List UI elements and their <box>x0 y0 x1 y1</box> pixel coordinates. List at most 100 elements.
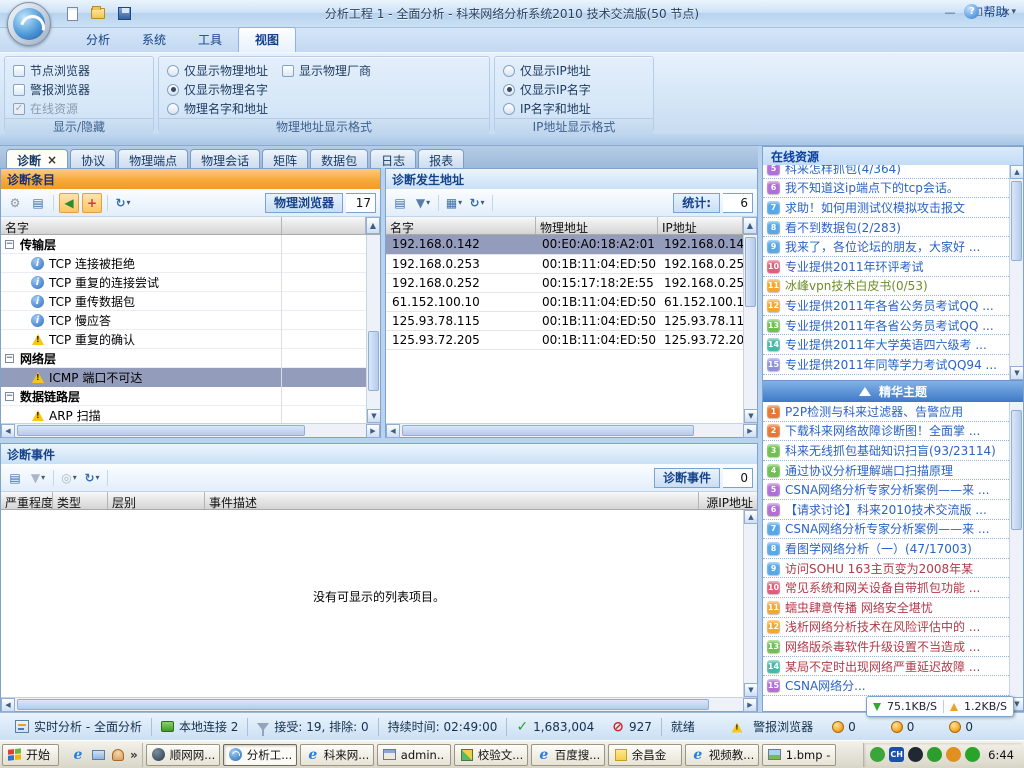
address-row[interactable]: 192.168.0.25300:1B:11:04:ED:50192.168.0.… <box>386 254 757 273</box>
address-horizontal-scrollbar[interactable]: ◀ ▶ <box>386 423 757 437</box>
minimize-button[interactable]: — <box>938 4 962 21</box>
collapse-icon[interactable]: − <box>5 354 14 363</box>
tree-row[interactable]: ICMP 端口不可达 <box>1 368 380 387</box>
checkbox-show-physical-vendor[interactable]: 显示物理厂商 <box>282 61 371 80</box>
diagnosis-events-button[interactable]: 诊断事件 <box>654 468 720 488</box>
scroll-up-icon[interactable]: ▲ <box>743 217 757 234</box>
qq-icon[interactable] <box>908 747 923 762</box>
scroll-left-icon[interactable]: ◀ <box>1 698 15 712</box>
export-report-button[interactable]: ▤ <box>390 193 410 213</box>
scroll-up-icon[interactable]: ▲ <box>366 217 380 234</box>
scroll-down-icon[interactable]: ▼ <box>744 683 758 697</box>
tree-row[interactable]: −数据链路层 <box>1 387 380 406</box>
refresh-button[interactable]: ↻▾ <box>113 193 133 213</box>
refresh-button[interactable]: ↻▾ <box>82 468 102 488</box>
doc-tab-1[interactable]: 诊断× <box>6 149 68 168</box>
ribbon-tab-系统[interactable]: 系统 <box>126 28 182 52</box>
doc-tab-7[interactable]: 日志 <box>370 149 416 168</box>
ribbon-tab-视图[interactable]: 视图 <box>238 27 296 52</box>
ribbon-tab-工具[interactable]: 工具 <box>182 28 238 52</box>
column-blank[interactable] <box>282 217 366 234</box>
export-report-button[interactable]: ▤ <box>5 468 25 488</box>
scroll-left-icon[interactable]: ◀ <box>1 424 15 438</box>
chevron-icon[interactable]: » <box>130 748 138 762</box>
collapse-icon[interactable]: − <box>5 392 14 401</box>
resource-link[interactable]: 10常见系统和网关设备自带抓包功能 ... <box>763 578 1023 598</box>
alarm-browser-status[interactable]: 警报浏览器 0 0 0 <box>721 718 998 736</box>
doc-tab-6[interactable]: 数据包 <box>310 149 368 168</box>
address-row[interactable]: 192.168.0.14200:E0:A0:18:A2:01192.168.0.… <box>386 235 757 254</box>
resource-link[interactable]: 14专业提供2011年大学英语四六级考 ... <box>763 335 1023 355</box>
tree-row[interactable]: TCP 连接被拒绝 <box>1 254 380 273</box>
address-row[interactable]: 125.93.78.11500:1B:11:04:ED:50125.93.78.… <box>386 311 757 330</box>
tree-row[interactable]: TCP 慢应答 <box>1 311 380 330</box>
messenger-icon[interactable] <box>870 747 885 762</box>
task-button[interactable]: admin... <box>377 744 451 766</box>
column-mac[interactable]: 物理地址 <box>536 217 658 234</box>
resource-link[interactable]: 9访问SOHU 163主页变为2008年某 <box>763 559 1023 579</box>
tree-horizontal-scrollbar[interactable]: ◀ ▶ <box>1 423 380 437</box>
ime-chinese-icon[interactable]: CH <box>889 747 904 762</box>
scroll-down-icon[interactable]: ▼ <box>744 409 757 423</box>
checkbox-alarm-browser[interactable]: 警报浏览器 <box>13 80 145 99</box>
resource-link[interactable]: 8看不到数据包(2/283) <box>763 218 1023 238</box>
resource-link[interactable]: 15CSNA网络分... <box>763 676 1023 696</box>
column-name[interactable]: 名字 <box>1 217 282 234</box>
resource-link[interactable]: 1P2P检测与科来过滤器、告警应用 <box>763 402 1023 422</box>
tree-row[interactable]: TCP 重复的连接尝试 <box>1 273 380 292</box>
radio-ip-address-only[interactable]: 仅显示IP地址 <box>503 61 645 80</box>
scroll-up-icon[interactable]: ▲ <box>744 510 758 524</box>
resources-scrollbar[interactable]: ▲ ▼ <box>1009 165 1023 380</box>
resource-link[interactable]: 4通过协议分析理解端口扫描原理 <box>763 461 1023 481</box>
task-button[interactable]: 顺网网... <box>146 744 220 766</box>
radio-ip-name-and-address[interactable]: IP名字和地址 <box>503 99 645 118</box>
column-severity[interactable]: 严重程度 <box>1 492 53 509</box>
doc-tab-2[interactable]: 协议 <box>70 149 116 168</box>
resource-link[interactable]: 12浅析网络分析技术在风险评估中的 ... <box>763 618 1023 638</box>
column-type[interactable]: 类型 <box>53 492 108 509</box>
refresh-button[interactable]: ↻▾ <box>467 193 487 213</box>
column-source-ip[interactable]: 源IP地址 <box>699 492 757 509</box>
resource-link[interactable]: 3科来无线抓包基础知识扫盲(93/23114) <box>763 441 1023 461</box>
scroll-down-icon[interactable]: ▼ <box>1010 366 1023 380</box>
tree-vertical-scrollbar[interactable]: ▼ <box>366 235 380 423</box>
resource-link[interactable]: 5科来怎样抓包(4/364) <box>763 165 1023 179</box>
internet-explorer-button[interactable]: e <box>70 747 86 763</box>
help-menu[interactable]: ? 帮助 ▾ <box>964 3 1016 20</box>
address-row[interactable]: 61.152.100.1000:1B:11:04:ED:5061.152.100… <box>386 292 757 311</box>
hot-topics-header[interactable]: 精华主题 <box>763 380 1023 402</box>
resource-link[interactable]: 13专业提供2011年各省公务员考试QQ ... <box>763 316 1023 336</box>
radio-physical-address-only[interactable]: 仅显示物理地址 <box>167 61 268 80</box>
tree-row[interactable]: TCP 重传数据包 <box>1 292 380 311</box>
resource-link[interactable]: 13网络版杀毒软件升级设置不当造成 ... <box>763 637 1023 657</box>
resource-link[interactable]: 6我不知道这ip端点下的tcp会话。 <box>763 179 1023 199</box>
filter-button[interactable]: ▼▾ <box>413 193 433 213</box>
resource-link[interactable]: 15专业提供2011年同等学力考试QQ94 ... <box>763 355 1023 375</box>
resource-link[interactable]: 10专业提供2011年环评考试 <box>763 257 1023 277</box>
checkbox-node-browser[interactable]: 节点浏览器 <box>13 61 145 80</box>
ribbon-tab-分析[interactable]: 分析 <box>70 28 126 52</box>
collapse-icon[interactable]: − <box>5 240 14 249</box>
diagnosis-settings-button[interactable]: ⚙ <box>5 193 25 213</box>
resource-link[interactable]: 9我来了，各位论坛的朋友，大家好 ... <box>763 237 1023 257</box>
tree-row[interactable]: −网络层 <box>1 349 380 368</box>
resource-link[interactable]: 5CSNA网络分析专家分析案例——来 ... <box>763 480 1023 500</box>
doc-tab-5[interactable]: 矩阵 <box>262 149 308 168</box>
security-shield-green-icon[interactable] <box>927 747 942 762</box>
task-button[interactable]: 1.bmp -... <box>762 744 836 766</box>
doc-tab-8[interactable]: 报表 <box>418 149 464 168</box>
colasoft-logo-icon[interactable] <box>7 2 51 46</box>
statistics-button[interactable]: 统计: <box>673 193 720 213</box>
doc-tab-4[interactable]: 物理会话 <box>190 149 260 168</box>
task-button[interactable]: 校验文... <box>454 744 528 766</box>
resource-link[interactable]: 7求助！如何用测试仪模拟攻击报文 <box>763 198 1023 218</box>
resource-link[interactable]: 12专业提供2011年各省公务员考试QQ ... <box>763 296 1023 316</box>
resource-link[interactable]: 11冰峰vpn技术白皮书(0/53) <box>763 277 1023 297</box>
locate-node-browser-button[interactable]: ◀ <box>59 193 79 213</box>
close-tab-icon[interactable]: × <box>47 153 57 167</box>
task-button[interactable]: 余昌金 <box>608 744 682 766</box>
column-ip[interactable]: IP地址 <box>658 217 743 234</box>
messenger-user-button[interactable] <box>110 747 126 763</box>
address-vertical-scrollbar[interactable]: ▼ <box>743 235 757 423</box>
address-row[interactable]: 192.168.0.25200:15:17:18:2E:55192.168.0.… <box>386 273 757 292</box>
